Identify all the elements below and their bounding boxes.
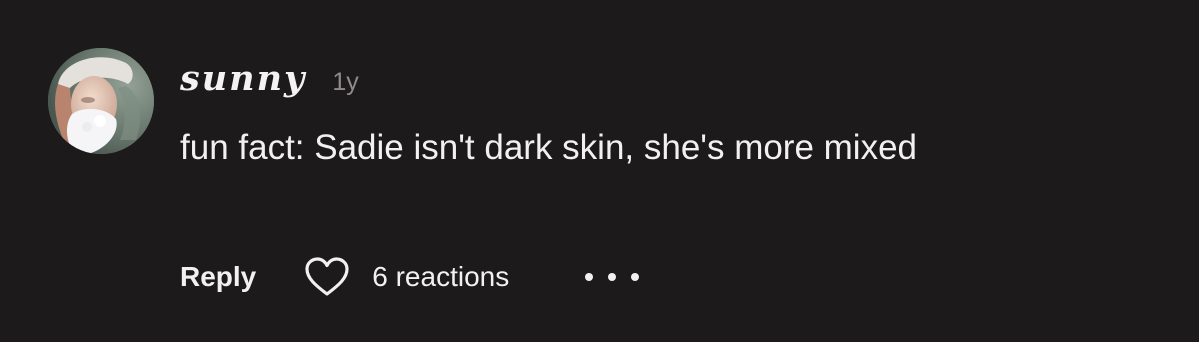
user-avatar[interactable] <box>48 48 154 154</box>
avatar-photo <box>48 48 154 154</box>
comment-text: fun fact: Sadie isn't dark skin, she's m… <box>180 128 918 167</box>
timestamp: 1y <box>332 68 359 96</box>
comment-header: sunny 1y <box>180 58 359 106</box>
more-options-icon[interactable] <box>585 267 640 287</box>
comment-card: sunny 1y fun fact: Sadie isn't dark skin… <box>0 0 1199 342</box>
dot <box>631 273 640 281</box>
comment-actions: Reply 6 reactions <box>180 252 640 302</box>
heart-icon[interactable] <box>302 255 352 299</box>
dot <box>585 273 594 281</box>
reply-button[interactable]: Reply <box>180 261 256 293</box>
username[interactable]: sunny <box>180 58 306 99</box>
dot <box>608 273 617 281</box>
reactions-count[interactable]: 6 reactions <box>372 261 509 293</box>
